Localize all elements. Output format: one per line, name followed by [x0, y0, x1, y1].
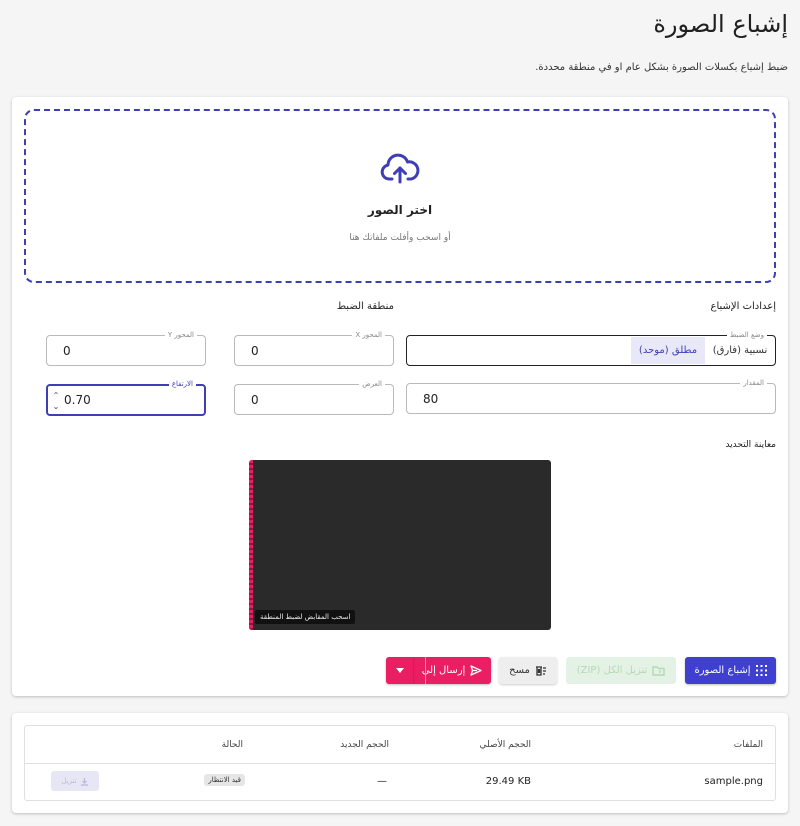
download-zip-label: تنزيل الكل (ZIP) [576, 665, 648, 676]
grid-icon [755, 665, 767, 676]
clear-button[interactable]: مسح [499, 657, 557, 684]
amount-label: المقدار [740, 378, 767, 388]
download-icon [80, 777, 89, 786]
row-download-button[interactable]: تنزيل [51, 771, 99, 791]
split-divider [425, 657, 426, 684]
upload-dropzone[interactable]: اختر الصور أو اسحب وأفلت ملفاتك هنا [24, 109, 776, 283]
clear-label: مسح [509, 665, 530, 676]
folder-zip-icon [652, 665, 666, 676]
row-download-label: تنزيل [61, 777, 77, 785]
mode-option-relative[interactable]: نسبية (فارق) [705, 337, 775, 364]
caret-down-icon [395, 668, 404, 673]
preview-heading: معاينة التحديد [725, 440, 776, 450]
settings-heading: إعدادات الإشباع [710, 301, 777, 312]
original-size: 29.49 KB [485, 776, 531, 787]
files-card: الملفات الحجم الأصلي الحجم الجديد الحالة… [12, 713, 788, 813]
height-field[interactable]: الارتفاع ⌃ ⌄ 0.70 [46, 379, 206, 416]
page-title: إشباع الصورة [653, 10, 788, 38]
header-status: الحالة [221, 740, 243, 750]
table-divider [25, 763, 775, 764]
amount-value: 80 [423, 391, 439, 406]
header-new-size: الحجم الجديد [340, 740, 389, 750]
width-value: 0 [251, 392, 259, 407]
mode-option-absolute[interactable]: مطلق (موحد) [631, 337, 705, 364]
file-name: sample.png [704, 776, 763, 787]
width-field[interactable]: العرض 0 [234, 379, 394, 415]
amount-field[interactable]: المقدار 80 [406, 378, 776, 414]
cloud-upload-icon [380, 153, 420, 189]
height-label: الارتفاع [168, 379, 196, 389]
send-icon [470, 665, 482, 676]
new-size: — [377, 776, 387, 787]
header-files: الملفات [733, 740, 763, 750]
y-value: 0 [63, 343, 71, 358]
height-value: 0.70 [64, 393, 91, 407]
region-heading: منطقة الضبط [336, 301, 394, 312]
upload-hint: أو اسحب وأفلت ملفاتك هنا [349, 233, 451, 243]
selection-preview[interactable]: اسحب المقابض لضبط المنطقة [249, 460, 551, 630]
mode-selector: وضع الضبط نسبية (فارق) مطلق (موحد) [406, 330, 776, 366]
page-subtitle: ضبط إشباع بكسلات الصورة بشكل عام او في م… [535, 62, 788, 73]
send-to-dropdown-button[interactable] [386, 657, 413, 684]
saturate-button[interactable]: إشباع الصورة [685, 657, 776, 684]
send-to-label: إرسال إلى [421, 665, 466, 676]
y-field[interactable]: المحور Y 0 [46, 330, 206, 366]
saturate-label: إشباع الصورة [694, 665, 751, 676]
preview-hint: اسحب المقابض لضبط المنطقة [255, 610, 356, 624]
upload-title: اختر الصور [367, 203, 433, 217]
selection-region[interactable] [249, 460, 253, 630]
y-label: المحور Y [164, 330, 197, 340]
x-field[interactable]: المحور X 0 [234, 330, 394, 366]
width-label: العرض [359, 379, 385, 389]
files-table: الملفات الحجم الأصلي الحجم الجديد الحالة… [24, 725, 776, 801]
x-label: المحور X [352, 330, 385, 340]
spinner-arrows-icon[interactable]: ⌃ ⌄ [52, 390, 60, 412]
status-badge: قيد الانتظار [204, 774, 245, 786]
x-value: 0 [251, 343, 259, 358]
main-card: اختر الصور أو اسحب وأفلت ملفاتك هنا إعدا… [12, 97, 788, 696]
header-original-size: الحجم الأصلي [479, 740, 531, 750]
clear-icon [535, 665, 547, 676]
download-zip-button[interactable]: تنزيل الكل (ZIP) [566, 657, 676, 684]
